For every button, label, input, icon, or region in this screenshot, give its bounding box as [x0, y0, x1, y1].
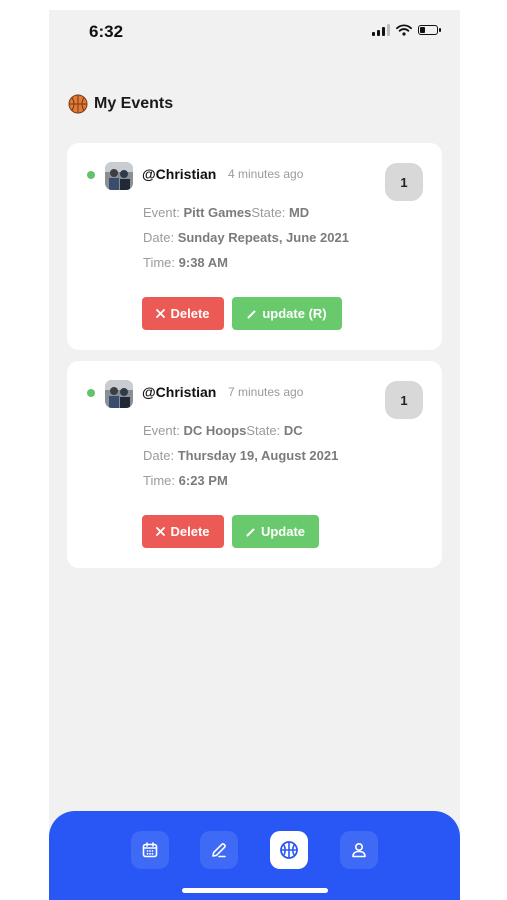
username[interactable]: @Christian	[142, 166, 216, 182]
tab-events[interactable]	[270, 831, 308, 869]
event-value: Pitt Games	[183, 205, 252, 220]
online-indicator	[87, 171, 95, 179]
basketball-icon	[68, 94, 88, 114]
date-label: Date:	[143, 448, 178, 463]
date-label: Date:	[143, 230, 178, 245]
home-indicator[interactable]	[182, 888, 328, 893]
pencil-icon	[247, 310, 256, 318]
status-time: 6:32	[89, 22, 124, 41]
event-state-line: Event: Pitt GamesState: MD	[143, 205, 309, 220]
calendar-icon	[142, 842, 158, 858]
status-icons	[372, 24, 441, 36]
event-value: DC Hoops	[183, 423, 247, 438]
time-value: 9:38 AM	[178, 255, 229, 270]
date-line: Date: Thursday 19, August 2021	[143, 448, 338, 463]
state-label: State:	[246, 423, 284, 438]
update-button[interactable]: Update	[232, 515, 319, 548]
event-state-line: Event: DC HoopsState: DC	[143, 423, 303, 438]
timestamp: 4 minutes ago	[228, 167, 304, 181]
close-icon	[156, 527, 166, 536]
delete-button[interactable]: Delete	[142, 297, 224, 330]
battery-icon	[418, 25, 441, 35]
time-label: Time:	[143, 473, 179, 488]
signal-icon	[372, 24, 390, 36]
event-card: @Christian 4 minutes ago 1 Event: Pitt G…	[67, 143, 442, 350]
event-label: Event:	[143, 423, 184, 438]
state-value: MD	[288, 205, 310, 220]
update-button[interactable]: update (R)	[232, 297, 342, 330]
date-value: Thursday 19, August 2021	[177, 448, 339, 463]
avatar[interactable]	[105, 162, 133, 190]
user-icon	[352, 842, 366, 858]
date-line: Date: Sunday Repeats, June 2021	[143, 230, 349, 245]
time-line: Time: 6:23 PM	[143, 473, 228, 488]
count-badge: 1	[385, 163, 423, 201]
basketball-icon	[280, 841, 298, 859]
update-label: Update	[260, 524, 306, 539]
close-icon	[156, 309, 166, 318]
timestamp: 7 minutes ago	[228, 385, 304, 399]
tab-create[interactable]	[200, 831, 238, 869]
pencil-icon	[212, 843, 226, 858]
app-screen: 6:32 My Events @Christian 4 minutes ago …	[49, 10, 460, 900]
status-bar: 6:32	[49, 10, 460, 54]
tab-bar	[49, 811, 460, 900]
pencil-icon	[246, 528, 255, 536]
username[interactable]: @Christian	[142, 384, 216, 400]
time-line: Time: 9:38 AM	[143, 255, 228, 270]
count-badge: 1	[385, 381, 423, 419]
page-title: My Events	[94, 95, 174, 112]
delete-button[interactable]: Delete	[142, 515, 224, 548]
delete-label: Delete	[170, 524, 210, 539]
time-label: Time:	[143, 255, 179, 270]
event-card: @Christian 7 minutes ago 1 Event: DC Hoo…	[67, 361, 442, 568]
delete-label: Delete	[170, 306, 210, 321]
event-label: Event:	[143, 205, 184, 220]
wifi-icon	[396, 24, 412, 36]
state-value: DC	[283, 423, 303, 438]
page-header: My Events	[68, 94, 173, 114]
state-label: State:	[251, 205, 289, 220]
avatar[interactable]	[105, 380, 133, 408]
time-value: 6:23 PM	[178, 473, 228, 488]
update-label: update (R)	[262, 306, 327, 321]
online-indicator	[87, 389, 95, 397]
tab-profile[interactable]	[340, 831, 378, 869]
date-value: Sunday Repeats, June 2021	[177, 230, 349, 245]
tab-calendar[interactable]	[131, 831, 169, 869]
